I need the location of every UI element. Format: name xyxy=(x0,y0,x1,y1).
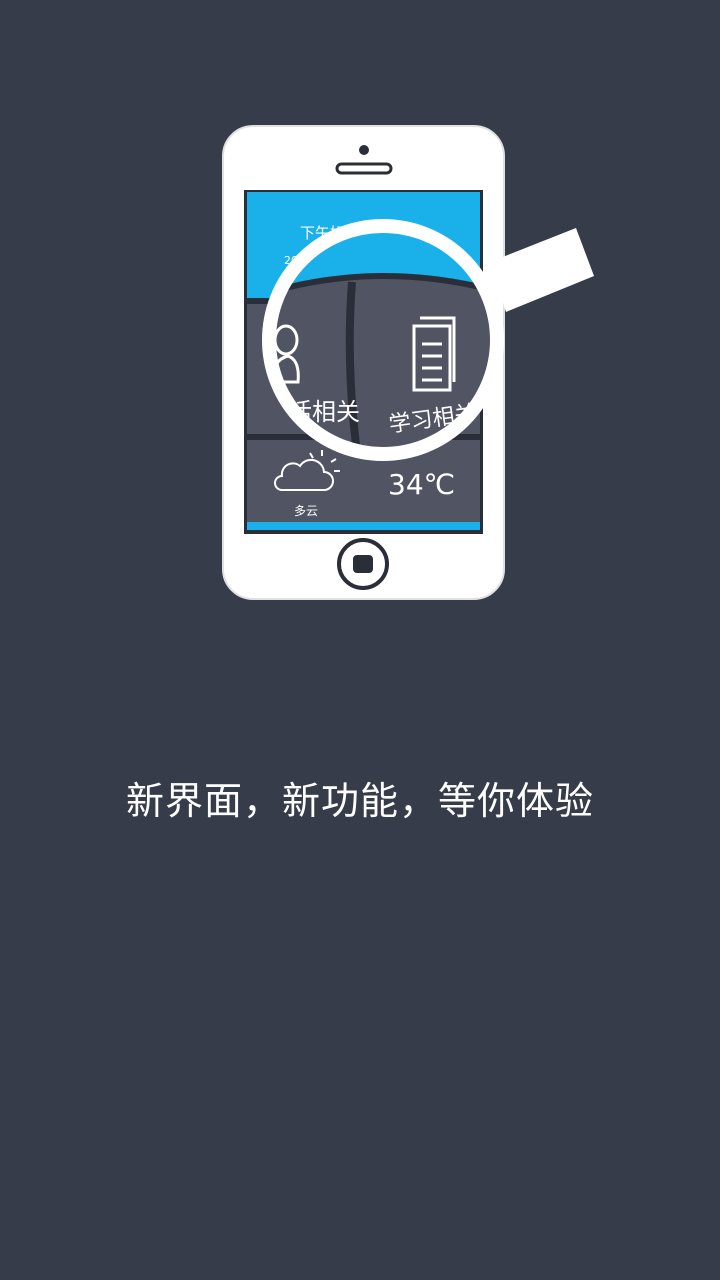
home-button-icon xyxy=(337,538,389,590)
camera-icon xyxy=(359,145,369,155)
intro-tagline: 新界面，新功能，等你体验 xyxy=(125,779,594,823)
intro-illustration: 下午好 2014年08月24日 星期日 多云 34℃ 生活相关 xyxy=(0,0,720,640)
speaker-icon xyxy=(335,162,393,175)
temperature-value: 34℃ xyxy=(388,468,455,501)
magnifier-icon xyxy=(490,228,594,312)
weather-label: 多云 xyxy=(294,504,318,518)
